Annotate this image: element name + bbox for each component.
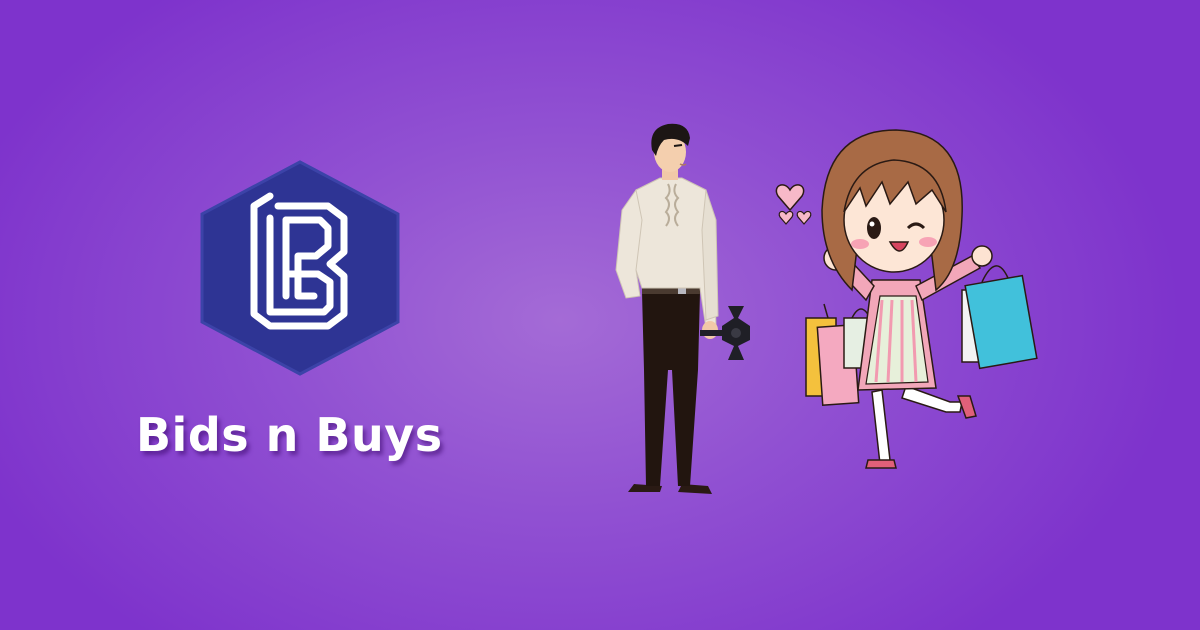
brand-name: Bids n Buys: [136, 408, 443, 462]
banner: { "brand": { "name": "Bids n Buys", "log…: [0, 0, 1200, 630]
seller-man-icon: [615, 123, 719, 494]
bnb-hexagon-logo-icon: [200, 160, 400, 376]
brand-logo: [198, 158, 402, 378]
shopper-girl-icon: [775, 129, 1038, 469]
illustration: [590, 120, 1090, 510]
hearts-icon: [775, 184, 812, 225]
